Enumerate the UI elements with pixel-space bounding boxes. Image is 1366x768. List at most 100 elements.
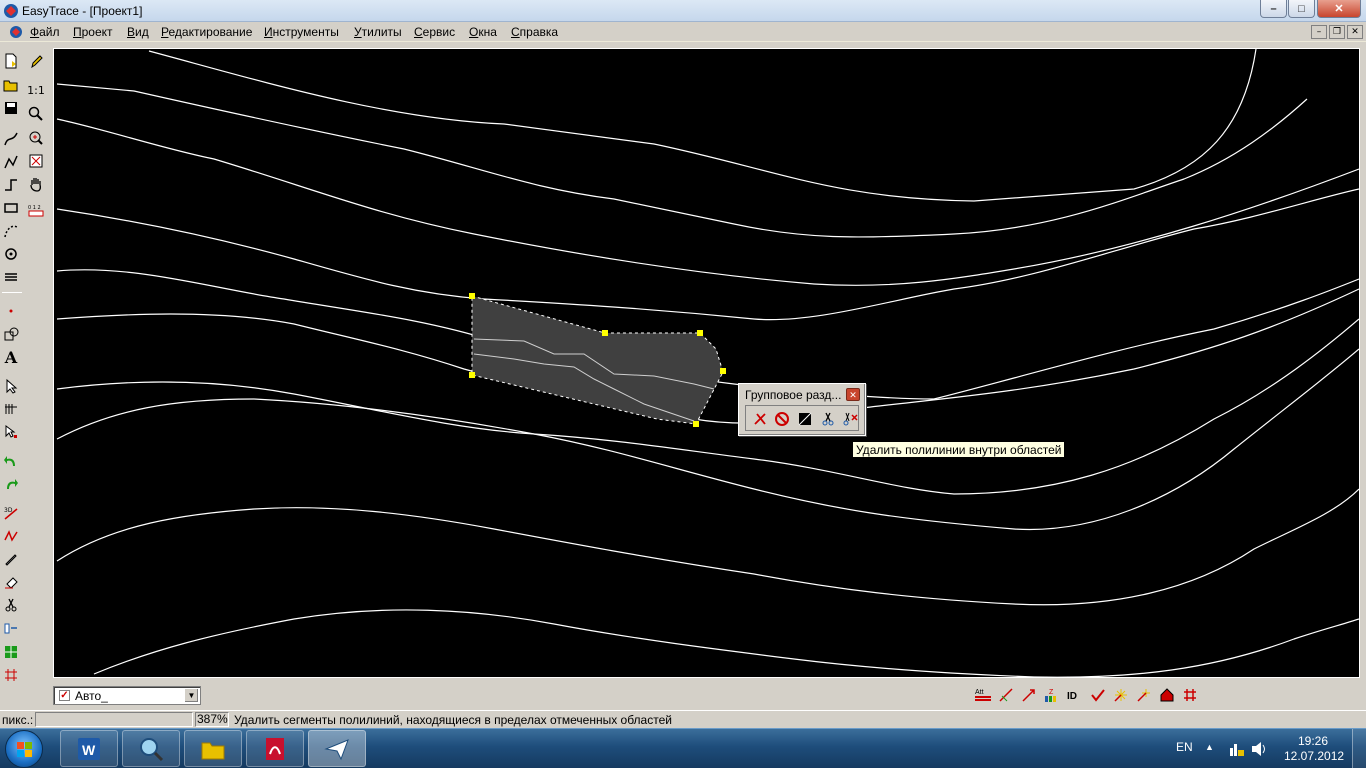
hand-pan-icon[interactable] xyxy=(25,173,47,195)
selection-handle[interactable] xyxy=(693,421,699,427)
menu-project[interactable]: Проект xyxy=(73,25,113,39)
mdi-restore-button[interactable]: ❐ xyxy=(1329,25,1345,39)
zigzag-icon[interactable] xyxy=(0,525,22,547)
pen-icon[interactable] xyxy=(0,548,22,570)
dotted-curve-icon[interactable] xyxy=(0,220,22,242)
rectangle-icon[interactable] xyxy=(0,197,22,219)
point-circle-icon[interactable] xyxy=(0,243,22,265)
zoom-extent-icon[interactable] xyxy=(25,150,47,172)
document-icon[interactable] xyxy=(8,24,24,40)
forbid-icon[interactable] xyxy=(772,409,792,429)
menu-windows[interactable]: Окна xyxy=(469,25,497,39)
mdi-close-button[interactable]: ✕ xyxy=(1347,25,1363,39)
windows-logo-icon xyxy=(17,742,32,757)
network-icon[interactable] xyxy=(1230,744,1244,756)
close-button[interactable]: ✕ xyxy=(1317,0,1361,18)
menu-service[interactable]: Сервис xyxy=(414,25,455,39)
layer-select[interactable]: ✓ Авто_ ▼ xyxy=(53,686,201,705)
save-icon[interactable] xyxy=(0,97,22,119)
open-folder-icon[interactable] xyxy=(0,74,22,96)
zoom-icon[interactable] xyxy=(25,103,47,125)
hatch-icon[interactable] xyxy=(0,266,22,288)
selection-handle[interactable] xyxy=(602,330,608,336)
taskbar-search[interactable] xyxy=(122,730,180,767)
polyline-icon[interactable] xyxy=(0,151,22,173)
new-file-icon[interactable] xyxy=(0,50,22,72)
taskbar-easytrace[interactable] xyxy=(308,730,366,767)
contour-line[interactable] xyxy=(56,488,1359,606)
clock[interactable]: 19:26 12.07.2012 xyxy=(1284,734,1344,764)
menu-utilities[interactable]: Утилиты xyxy=(354,25,402,39)
3d-line-icon[interactable]: 3D xyxy=(0,502,22,524)
contour-line[interactable] xyxy=(56,118,1359,286)
scissors-icon[interactable] xyxy=(0,594,22,616)
arrow-line-icon[interactable] xyxy=(1018,685,1040,705)
menu-file[interactable]: Файл xyxy=(30,25,60,39)
orthogonal-line-icon[interactable] xyxy=(0,174,22,196)
contour-line[interactable] xyxy=(56,83,1308,238)
line-edit-icon[interactable] xyxy=(995,685,1017,705)
selection-handle[interactable] xyxy=(469,372,475,378)
easytrace-app-icon xyxy=(4,4,18,18)
menu-help[interactable]: Справка xyxy=(511,25,558,39)
contour-line[interactable] xyxy=(148,49,1257,202)
symbol-object-icon[interactable] xyxy=(0,323,22,345)
undo-green-icon[interactable] xyxy=(0,450,22,472)
group-split-panel[interactable]: Групповое разд... ✕ xyxy=(738,383,866,436)
selection-polygon[interactable] xyxy=(471,295,724,425)
layer-visible-checkbox[interactable]: ✓ xyxy=(59,690,70,701)
show-hidden-icons-icon[interactable]: ▲ xyxy=(1205,742,1214,752)
multi-select-icon[interactable] xyxy=(0,398,22,420)
grid-green-icon[interactable] xyxy=(0,641,22,663)
map-canvas[interactable] xyxy=(53,48,1360,678)
grid-hash-icon[interactable] xyxy=(1179,685,1201,705)
id-icon[interactable]: ID xyxy=(1064,685,1086,705)
contour-line[interactable] xyxy=(56,188,1359,321)
coordinate-field xyxy=(35,712,193,727)
split-icon[interactable] xyxy=(0,617,22,639)
svg-text:0 1 2: 0 1 2 xyxy=(28,205,41,211)
area-fill-icon[interactable] xyxy=(795,409,815,429)
delete-polyline-icon[interactable] xyxy=(750,409,770,429)
menu-tools[interactable]: Инструменты xyxy=(264,25,339,39)
attribute-toolbar: Att Z ID xyxy=(972,684,1202,706)
net-red-icon[interactable] xyxy=(0,664,22,686)
spark-line-icon[interactable] xyxy=(1133,685,1155,705)
language-indicator[interactable]: EN xyxy=(1176,740,1193,754)
scissors-delete-icon[interactable] xyxy=(840,409,860,429)
spark-icon[interactable] xyxy=(1110,685,1132,705)
start-button[interactable] xyxy=(5,730,43,768)
z-value-icon[interactable]: Z xyxy=(1041,685,1063,705)
taskbar-pdf[interactable] xyxy=(246,730,304,767)
menu-view[interactable]: Вид xyxy=(127,25,149,39)
contour-line[interactable] xyxy=(93,609,1359,677)
show-desktop-button[interactable] xyxy=(1352,729,1366,768)
attribute-icon[interactable]: Att xyxy=(972,685,994,705)
pencil-icon[interactable] xyxy=(25,50,47,72)
selection-handle[interactable] xyxy=(720,368,726,374)
mdi-minimize-button[interactable]: – xyxy=(1311,25,1327,39)
redo-green-icon[interactable] xyxy=(0,473,22,495)
minimize-button[interactable]: – xyxy=(1260,0,1287,18)
text-icon[interactable]: A xyxy=(0,346,22,368)
scissors-icon[interactable] xyxy=(818,409,838,429)
select-node-icon[interactable] xyxy=(0,421,22,443)
chevron-down-icon[interactable]: ▼ xyxy=(184,688,199,703)
ruler-icon[interactable]: 0 1 2 xyxy=(25,199,47,221)
taskbar-explorer[interactable] xyxy=(184,730,242,767)
maximize-button[interactable]: □ xyxy=(1288,0,1315,18)
select-arrow-icon[interactable] xyxy=(0,375,22,397)
menu-edit[interactable]: Редактирование xyxy=(161,25,252,39)
curve-icon[interactable] xyxy=(0,128,22,150)
taskbar-word[interactable]: W xyxy=(60,730,118,767)
point-icon[interactable] xyxy=(0,300,22,322)
check-icon[interactable] xyxy=(1087,685,1109,705)
zoom-area-icon[interactable] xyxy=(25,127,47,149)
group-panel-close-button[interactable]: ✕ xyxy=(846,388,860,401)
home-point-icon[interactable] xyxy=(1156,685,1178,705)
zoom-one-to-one-button[interactable]: 1:1 xyxy=(25,79,47,101)
volume-icon[interactable] xyxy=(1252,742,1265,756)
eraser-icon[interactable] xyxy=(0,571,22,593)
selection-handle[interactable] xyxy=(469,293,475,299)
selection-handle[interactable] xyxy=(697,330,703,336)
